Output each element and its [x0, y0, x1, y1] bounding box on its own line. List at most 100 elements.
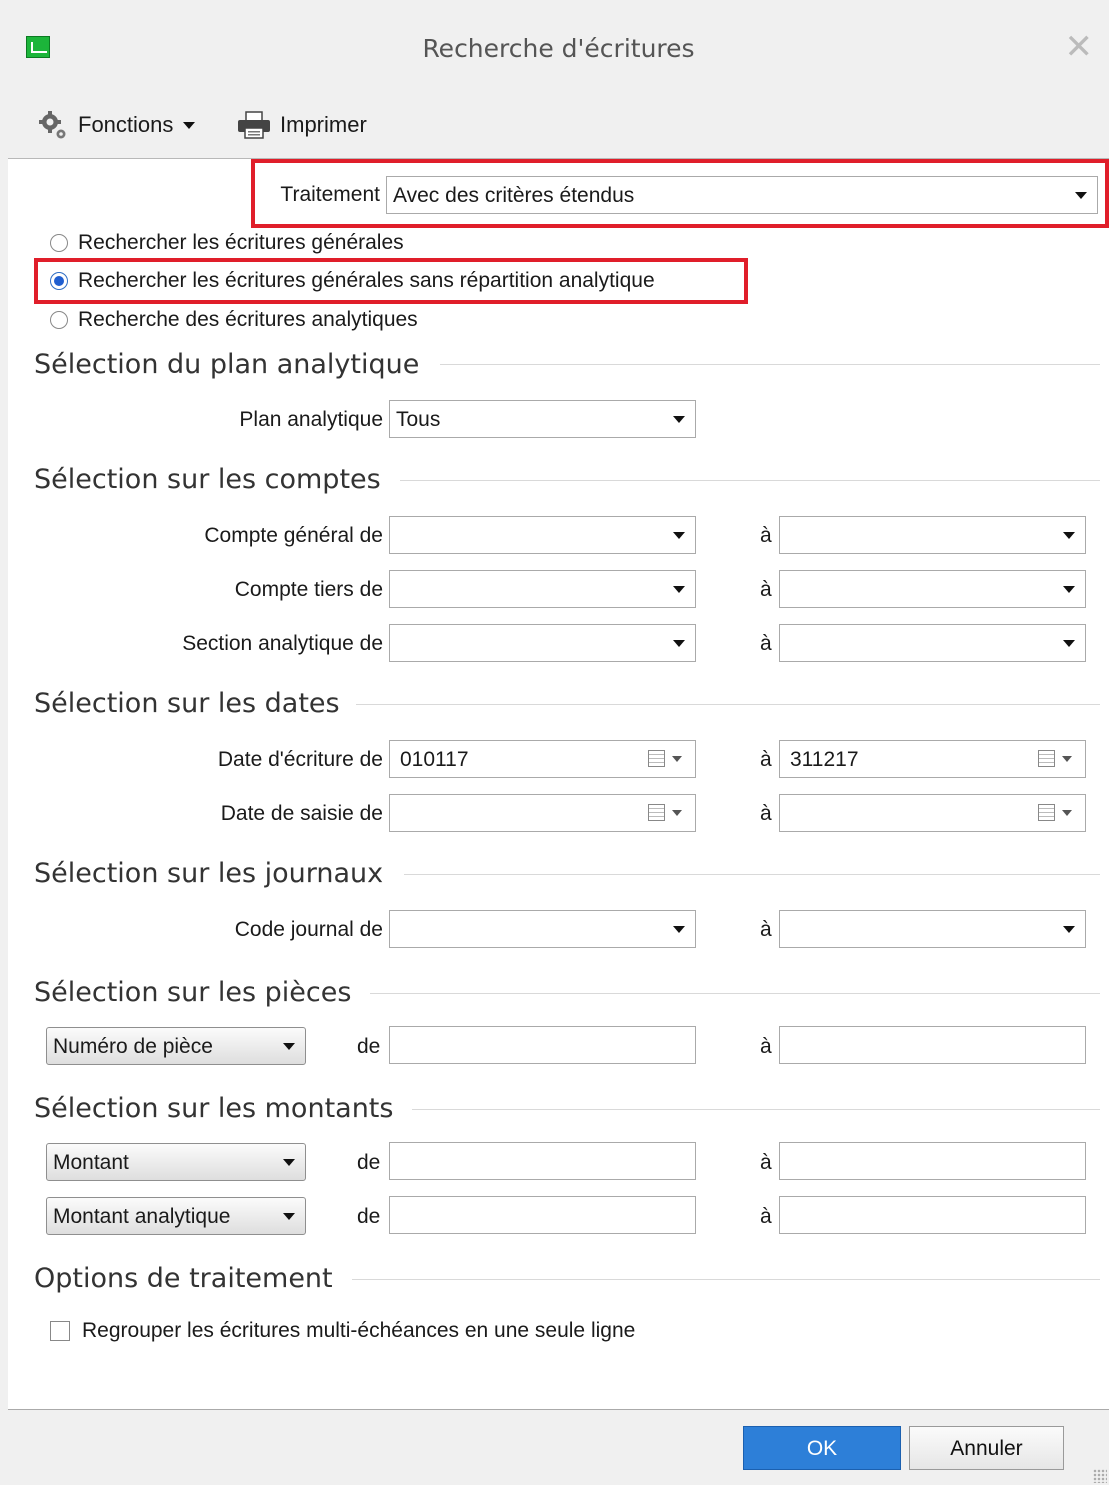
dialog-window: Recherche d'écritures ✕ Fonctions Imprim…: [8, 0, 1109, 1485]
date-saisie-label: Date de saisie de: [220, 802, 383, 825]
plan-analytique-select[interactable]: Tous: [389, 400, 696, 438]
chevron-down-icon: [1062, 810, 1072, 816]
range-to-label: à: [760, 802, 772, 825]
chevron-down-icon: [283, 1159, 295, 1166]
calendar-icon[interactable]: [1038, 750, 1055, 767]
radio-label: Recherche des écritures analytiques: [78, 308, 418, 331]
range-from-label: de: [357, 1205, 381, 1228]
date-saisie-from-input[interactable]: [389, 794, 696, 832]
functions-label: Fonctions: [78, 112, 174, 137]
dialog-footer: OK Annuler: [8, 1409, 1109, 1485]
montant-type-select[interactable]: Montant: [46, 1143, 306, 1181]
code-journal-to-select[interactable]: [779, 910, 1086, 948]
toolbar: Fonctions Imprimer: [8, 92, 1109, 159]
compte-tiers-from-select[interactable]: [389, 570, 696, 608]
radio-button[interactable]: [50, 234, 68, 252]
range-to-label: à: [760, 918, 772, 941]
montant-to-input[interactable]: [779, 1142, 1086, 1180]
section-analytique-label: Section analytique de: [182, 632, 383, 655]
content-area: Traitement Avec des critères étendus Rec…: [8, 159, 1109, 1409]
gear-icon: [38, 110, 68, 140]
date-ecriture-from-value: 010117: [400, 748, 469, 771]
chevron-down-icon: [1062, 756, 1072, 762]
section-divider: [352, 1279, 1100, 1280]
print-label: Imprimer: [280, 112, 367, 137]
section-title-options: Options de traitement: [34, 1263, 333, 1294]
chevron-down-icon: [673, 416, 685, 423]
range-to-label: à: [760, 578, 772, 601]
section-title-comptes: Sélection sur les comptes: [34, 464, 381, 495]
group-entries-checkbox[interactable]: Regrouper les écritures multi-échéances …: [50, 1319, 635, 1343]
montant-analytique-type-select[interactable]: Montant analytique: [46, 1197, 306, 1235]
calendar-icon[interactable]: [1038, 804, 1055, 821]
calendar-icon[interactable]: [648, 750, 665, 767]
piece-type-value: Numéro de pièce: [53, 1035, 213, 1058]
range-to-label: à: [760, 632, 772, 655]
chevron-down-icon: [673, 532, 685, 539]
range-to-label: à: [760, 1151, 772, 1174]
range-from-label: de: [357, 1151, 381, 1174]
plan-analytique-label: Plan analytique: [239, 408, 383, 431]
section-analytique-to-select[interactable]: [779, 624, 1086, 662]
chevron-down-icon: [1063, 926, 1075, 933]
checkbox[interactable]: [50, 1321, 70, 1341]
radio-button[interactable]: [50, 311, 68, 329]
date-ecriture-to-input[interactable]: 311217: [779, 740, 1086, 778]
chevron-down-icon: [183, 121, 196, 129]
functions-menu-button[interactable]: Fonctions: [38, 110, 196, 140]
radio-general-entries[interactable]: Rechercher les écritures générales: [50, 231, 404, 255]
range-to-label: à: [760, 748, 772, 771]
radio-analytic-entries[interactable]: Recherche des écritures analytiques: [50, 308, 418, 332]
range-to-label: à: [760, 524, 772, 547]
ok-button[interactable]: OK: [743, 1426, 901, 1470]
compte-tiers-label: Compte tiers de: [234, 578, 383, 601]
chevron-down-icon: [1063, 640, 1075, 647]
calendar-icon[interactable]: [648, 804, 665, 821]
section-divider: [370, 993, 1100, 994]
code-journal-label: Code journal de: [234, 918, 383, 941]
compte-tiers-to-select[interactable]: [779, 570, 1086, 608]
piece-type-select[interactable]: Numéro de pièce: [46, 1027, 306, 1065]
chevron-down-icon: [673, 640, 685, 647]
radio-label: Rechercher les écritures générales: [78, 231, 404, 254]
section-title-journaux: Sélection sur les journaux: [34, 858, 384, 889]
printer-icon: [236, 110, 272, 140]
montant-analytique-to-input[interactable]: [779, 1196, 1086, 1234]
print-button[interactable]: Imprimer: [236, 110, 367, 140]
section-analytique-from-select[interactable]: [389, 624, 696, 662]
chevron-down-icon: [1063, 532, 1075, 539]
section-divider: [440, 364, 1100, 365]
code-journal-from-select[interactable]: [389, 910, 696, 948]
chevron-down-icon: [672, 756, 682, 762]
chevron-down-icon: [672, 810, 682, 816]
montant-from-input[interactable]: [389, 1142, 696, 1180]
section-title-plan: Sélection du plan analytique: [34, 349, 420, 380]
close-icon[interactable]: ✕: [1065, 30, 1094, 64]
date-ecriture-from-input[interactable]: 010117: [389, 740, 696, 778]
montant-type-value: Montant: [53, 1151, 129, 1174]
title-bar: Recherche d'écritures ✕: [8, 0, 1109, 92]
cancel-button[interactable]: Annuler: [909, 1426, 1064, 1470]
compte-general-from-select[interactable]: [389, 516, 696, 554]
piece-to-input[interactable]: [779, 1026, 1086, 1064]
date-ecriture-to-value: 311217: [790, 748, 859, 771]
range-from-label: de: [357, 1035, 381, 1058]
plan-analytique-value: Tous: [396, 408, 441, 431]
window-title: Recherche d'écritures: [422, 34, 695, 63]
section-divider: [404, 874, 1100, 875]
range-to-label: à: [760, 1035, 772, 1058]
section-title-montants: Sélection sur les montants: [34, 1093, 394, 1124]
section-title-pieces: Sélection sur les pièces: [34, 977, 352, 1008]
chevron-down-icon: [1063, 586, 1075, 593]
piece-from-input[interactable]: [389, 1026, 696, 1064]
montant-analytique-from-input[interactable]: [389, 1196, 696, 1234]
date-ecriture-label: Date d'écriture de: [217, 748, 383, 771]
range-to-label: à: [760, 1205, 772, 1228]
section-title-dates: Sélection sur les dates: [34, 688, 340, 719]
compte-general-label: Compte général de: [204, 524, 383, 547]
date-saisie-to-input[interactable]: [779, 794, 1086, 832]
group-entries-label: Regrouper les écritures multi-échéances …: [82, 1319, 636, 1342]
montant-analytique-type-value: Montant analytique: [53, 1205, 231, 1228]
compte-general-to-select[interactable]: [779, 516, 1086, 554]
resize-grip-icon[interactable]: [1093, 1469, 1107, 1483]
